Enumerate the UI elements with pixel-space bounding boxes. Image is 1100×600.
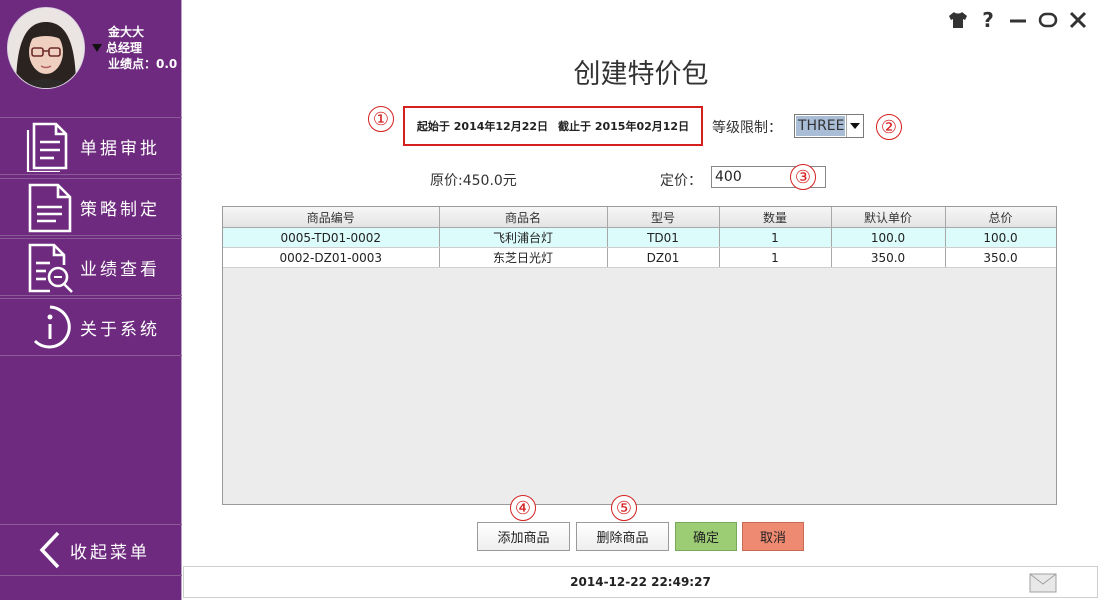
- column-header[interactable]: 总价: [945, 207, 1056, 228]
- price-label: 定价：: [660, 173, 702, 189]
- sidebar-item-label: 业绩查看: [80, 259, 160, 280]
- sidebar-item-label: 策略制定: [80, 199, 160, 220]
- column-header[interactable]: 商品名: [439, 207, 608, 228]
- maximize-icon[interactable]: [1038, 10, 1058, 30]
- user-role: 总经理: [106, 41, 143, 55]
- marker-3: ③: [790, 164, 816, 190]
- close-icon[interactable]: [1068, 10, 1088, 30]
- table-header-row: 商品编号 商品名 型号 数量 默认单价 总价: [223, 207, 1056, 228]
- cancel-button[interactable]: 取消: [742, 522, 804, 551]
- window-controls: ?: [948, 8, 1088, 32]
- collapse-menu-button[interactable]: 收起菜单: [0, 524, 182, 576]
- end-label: 截止于: [558, 120, 591, 133]
- marker-5: ⑤: [611, 495, 637, 521]
- user-name: 金大大: [108, 25, 145, 39]
- column-header[interactable]: 默认单价: [831, 207, 946, 228]
- help-icon[interactable]: ?: [978, 8, 998, 32]
- product-table-grid: 商品编号 商品名 型号 数量 默认单价 总价 0005-TD01-0002 飞利…: [223, 207, 1056, 268]
- start-label: 起始于: [416, 120, 450, 133]
- level-select[interactable]: THREE: [794, 114, 864, 138]
- table-cell: TD01: [607, 227, 720, 248]
- column-header[interactable]: 商品编号: [223, 207, 440, 228]
- table-cell: 100.0: [831, 227, 946, 248]
- status-datetime: 2014-12-22 22:49:27: [570, 575, 711, 589]
- mail-icon[interactable]: [1029, 573, 1057, 596]
- minimize-icon[interactable]: [1008, 10, 1028, 30]
- document-lines-icon: [22, 181, 78, 233]
- level-select-value: THREE: [796, 116, 845, 136]
- sidebar-item-label: 单据审批: [80, 138, 160, 159]
- page-title: 创建特价包: [573, 59, 709, 90]
- sidebar-item-performance[interactable]: 业绩查看: [0, 238, 182, 296]
- table-cell: 0002-DZ01-0003: [223, 247, 440, 268]
- sidebar-item-label: 关于系统: [80, 319, 160, 340]
- chevron-down-icon[interactable]: [845, 115, 864, 137]
- user-points: 业绩点：0.0: [108, 57, 178, 71]
- marker-1: ①: [368, 106, 394, 132]
- user-role-row[interactable]: 总经理: [92, 40, 177, 56]
- document-icon: [22, 120, 78, 172]
- table-cell: 1: [719, 227, 832, 248]
- marker-2: ②: [876, 114, 902, 140]
- date-range[interactable]: 起始于 2014年12月22日 截止于 2015年02月12日: [403, 106, 703, 146]
- table-cell: 350.0: [945, 247, 1056, 268]
- product-table: 商品编号 商品名 型号 数量 默认单价 总价 0005-TD01-0002 飞利…: [222, 206, 1057, 505]
- shirt-icon[interactable]: [948, 10, 968, 30]
- sidebar-item-approval[interactable]: 单据审批: [0, 117, 182, 175]
- table-row[interactable]: 0002-DZ01-0003 东芝日光灯 DZ01 1 350.0 350.0: [223, 247, 1056, 268]
- avatar[interactable]: [7, 7, 85, 89]
- sidebar-item-strategy[interactable]: 策略制定: [0, 178, 182, 236]
- end-group: 截止于 2015年02月12日: [558, 118, 689, 134]
- user-info: 金大大 总经理 业绩点：0.0: [92, 24, 178, 72]
- status-bar: 2014-12-22 22:49:27: [183, 566, 1098, 598]
- table-cell: 东芝日光灯: [439, 247, 608, 268]
- table-cell: DZ01: [607, 247, 720, 268]
- sidebar-item-about[interactable]: 关于系统: [0, 298, 182, 356]
- table-cell: 0005-TD01-0002: [223, 227, 440, 248]
- column-header[interactable]: 型号: [607, 207, 720, 228]
- marker-4: ④: [510, 495, 536, 521]
- table-cell: 飞利浦台灯: [439, 227, 608, 248]
- table-cell: 1: [719, 247, 832, 268]
- chevron-left-icon: [38, 530, 62, 570]
- info-icon: [22, 301, 78, 353]
- collapse-menu-label: 收起菜单: [70, 542, 150, 563]
- column-header[interactable]: 数量: [719, 207, 832, 228]
- caret-down-icon[interactable]: [92, 44, 102, 52]
- delete-product-button[interactable]: 删除商品: [576, 522, 669, 551]
- table-cell: 100.0: [945, 227, 1056, 248]
- original-price: 原价:450.0元: [430, 173, 517, 189]
- start-date[interactable]: 2014年12月22日: [454, 120, 548, 133]
- sidebar: 金大大 总经理 业绩点：0.0 单据审批 策略制定 业绩查看 关于系统 收起菜单: [0, 0, 182, 600]
- document-search-icon: [22, 241, 78, 293]
- level-label: 等级限制：: [712, 120, 782, 136]
- table-cell: 350.0: [831, 247, 946, 268]
- table-row[interactable]: 0005-TD01-0002 飞利浦台灯 TD01 1 100.0 100.0: [223, 227, 1056, 248]
- start-group: 起始于 2014年12月22日: [417, 118, 548, 134]
- confirm-button[interactable]: 确定: [675, 522, 737, 551]
- add-product-button[interactable]: 添加商品: [477, 522, 570, 551]
- end-date[interactable]: 2015年02月12日: [595, 120, 689, 133]
